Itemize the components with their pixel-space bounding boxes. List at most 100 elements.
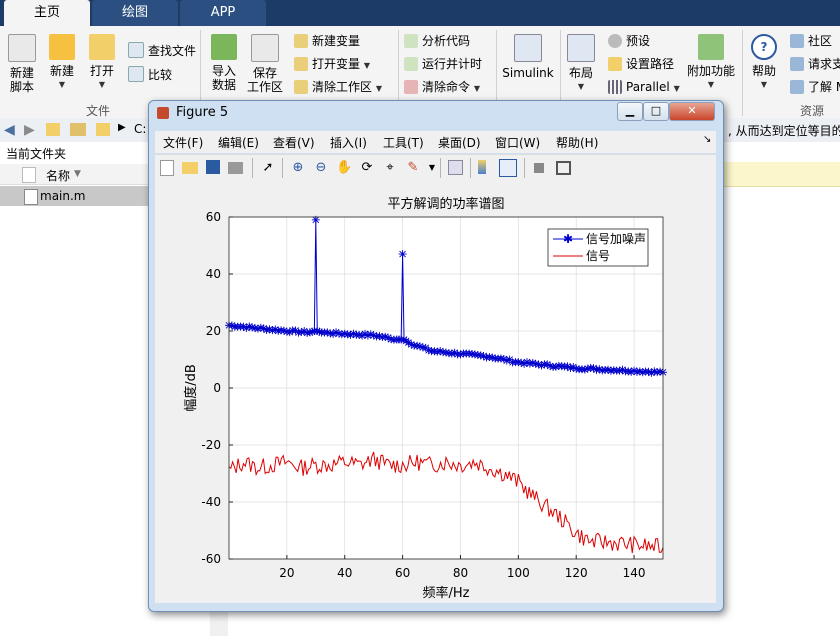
add-ons-button[interactable]: 附加功能 ▼ <box>686 32 736 92</box>
new-script-label: 新建 脚本 <box>9 66 34 94</box>
analyze-code-button[interactable]: 分析代码 <box>404 32 470 50</box>
x-tick-label: 80 <box>453 566 468 580</box>
open-button[interactable]: 打开 ▼ <box>84 32 120 92</box>
help-button[interactable]: ? 帮助 ▼ <box>748 32 780 92</box>
x-tick-label: 60 <box>395 566 410 580</box>
series-signal-noise-point <box>398 250 407 259</box>
clear-workspace-button[interactable]: 清除工作区 ▼ <box>294 78 382 96</box>
link-plot-icon[interactable] <box>448 160 463 175</box>
show-plot-tools-icon[interactable] <box>556 161 571 175</box>
path-chevron-icon[interactable]: ▶ <box>118 122 126 133</box>
path-text[interactable]: C: <box>134 122 146 136</box>
learn-matlab-button[interactable]: 了解 M <box>790 78 840 96</box>
clear-workspace-icon <box>294 80 308 94</box>
find-files-button[interactable]: 查找文件 <box>128 42 196 60</box>
back-arrow-icon[interactable]: ◀ <box>4 122 15 138</box>
y-tick-label: -20 <box>201 438 221 452</box>
new-variable-button[interactable]: 新建变量 <box>294 32 360 50</box>
request-support-button[interactable]: 请求支 <box>790 55 840 73</box>
folder-icon <box>89 34 115 60</box>
close-button[interactable]: ✕ <box>669 102 715 121</box>
save-workspace-button[interactable]: 保存 工作区 <box>246 32 284 94</box>
compare-icon <box>128 66 144 82</box>
set-path-button[interactable]: 设置路径 <box>608 55 674 73</box>
select-arrow-icon[interactable]: ➚ <box>260 160 276 176</box>
new-script-button[interactable]: 新建 脚本 <box>4 32 40 94</box>
data-cursor-icon[interactable]: ⌖ <box>382 160 398 176</box>
request-support-icon <box>790 57 804 71</box>
new-figure-icon[interactable] <box>160 160 174 176</box>
learn-icon <box>790 80 804 94</box>
open-file-icon[interactable] <box>182 162 198 174</box>
parallel-button[interactable]: Parallel ▼ <box>608 78 680 96</box>
community-button[interactable]: 社区 <box>790 32 832 50</box>
import-data-button[interactable]: 导入 数据 <box>206 32 242 92</box>
up-folder-icon[interactable] <box>46 123 60 136</box>
plus-icon <box>49 34 75 60</box>
y-tick-label: 20 <box>206 324 221 338</box>
tab-apps[interactable]: APP <box>180 0 266 26</box>
y-tick-label: 60 <box>206 210 221 224</box>
preferences-button[interactable]: 预设 <box>608 32 650 50</box>
zoom-in-icon[interactable]: ⊕ <box>290 160 306 176</box>
zoom-out-icon[interactable]: ⊖ <box>313 160 329 176</box>
menu-edit[interactable]: 编辑(E) <box>218 134 259 151</box>
menu-desktop[interactable]: 桌面(D) <box>438 134 481 151</box>
menu-file[interactable]: 文件(F) <box>163 134 203 151</box>
file-type-icon <box>22 167 36 183</box>
clear-commands-icon <box>404 80 418 94</box>
tab-plots[interactable]: 绘图 <box>92 0 178 26</box>
menu-insert[interactable]: 插入(I) <box>330 134 367 151</box>
tab-home-label: 主页 <box>33 5 60 20</box>
layout-icon <box>567 34 595 62</box>
maximize-button[interactable]: □ <box>643 102 669 121</box>
new-button[interactable]: 新建 ▼ <box>44 32 80 92</box>
simulink-label: Simulink <box>502 66 554 80</box>
help-icon: ? <box>751 34 777 60</box>
forward-arrow-icon[interactable]: ▶ <box>24 122 35 138</box>
menu-view[interactable]: 查看(V) <box>273 134 315 151</box>
colorbar-icon[interactable] <box>478 160 486 174</box>
layout-button[interactable]: 布局 ▼ <box>564 32 598 94</box>
maximize-icon: □ <box>650 104 662 117</box>
menu-window[interactable]: 窗口(W) <box>495 134 540 151</box>
find-files-icon <box>128 42 144 58</box>
browse-folder-icon[interactable] <box>70 123 86 136</box>
clear-workspace-label: 清除工作区 <box>312 80 373 94</box>
compare-button[interactable]: 比较 <box>128 66 172 84</box>
menu-tools[interactable]: 工具(T) <box>383 134 424 151</box>
brush-dropdown-icon[interactable]: ▼ <box>424 160 440 176</box>
legend-icon[interactable] <box>499 159 517 177</box>
print-icon[interactable] <box>228 162 243 174</box>
run-and-time-label: 运行并计时 <box>422 57 483 71</box>
open-variable-button[interactable]: 打开变量 ▼ <box>294 55 370 73</box>
minimize-button[interactable]: ▁ <box>617 102 643 121</box>
open-variable-label: 打开变量 <box>312 57 361 71</box>
save-icon[interactable] <box>206 160 220 174</box>
pan-hand-icon[interactable]: ✋ <box>336 160 352 176</box>
hide-plot-tools-icon[interactable] <box>534 163 544 173</box>
y-tick-label: 40 <box>206 267 221 281</box>
dock-arrow-icon[interactable]: ↘ <box>703 134 711 145</box>
legend[interactable]: ✱ 信号加噪声 信号 <box>547 228 649 267</box>
tab-plots-label: 绘图 <box>121 5 148 20</box>
run-and-time-button[interactable]: 运行并计时 <box>404 55 482 73</box>
brush-icon[interactable]: ✎ <box>405 160 421 176</box>
simulink-button[interactable]: Simulink <box>502 32 554 80</box>
toolbar-separator <box>440 158 441 178</box>
toolbar-separator <box>470 158 471 178</box>
set-path-icon <box>608 57 622 71</box>
y-tick-label: -40 <box>201 495 221 509</box>
clear-commands-button[interactable]: 清除命令 ▼ <box>404 78 480 96</box>
x-tick-label: 120 <box>565 566 588 580</box>
tab-home[interactable]: 主页 <box>4 0 90 26</box>
rotate-3d-icon[interactable]: ⟳ <box>359 160 375 176</box>
menu-help[interactable]: 帮助(H) <box>556 134 598 151</box>
y-tick-label: -60 <box>201 552 221 566</box>
add-ons-label: 附加功能 <box>686 64 735 78</box>
sort-arrow-icon: ▼ <box>74 169 81 179</box>
file-name: main.m <box>40 189 86 203</box>
new-variable-icon <box>294 34 308 48</box>
plot-area: 20 40 60 80 100 120 140 60 40 20 0 -20 -40 -60 平方解调的功… <box>183 196 667 601</box>
compare-label: 比较 <box>148 68 173 82</box>
